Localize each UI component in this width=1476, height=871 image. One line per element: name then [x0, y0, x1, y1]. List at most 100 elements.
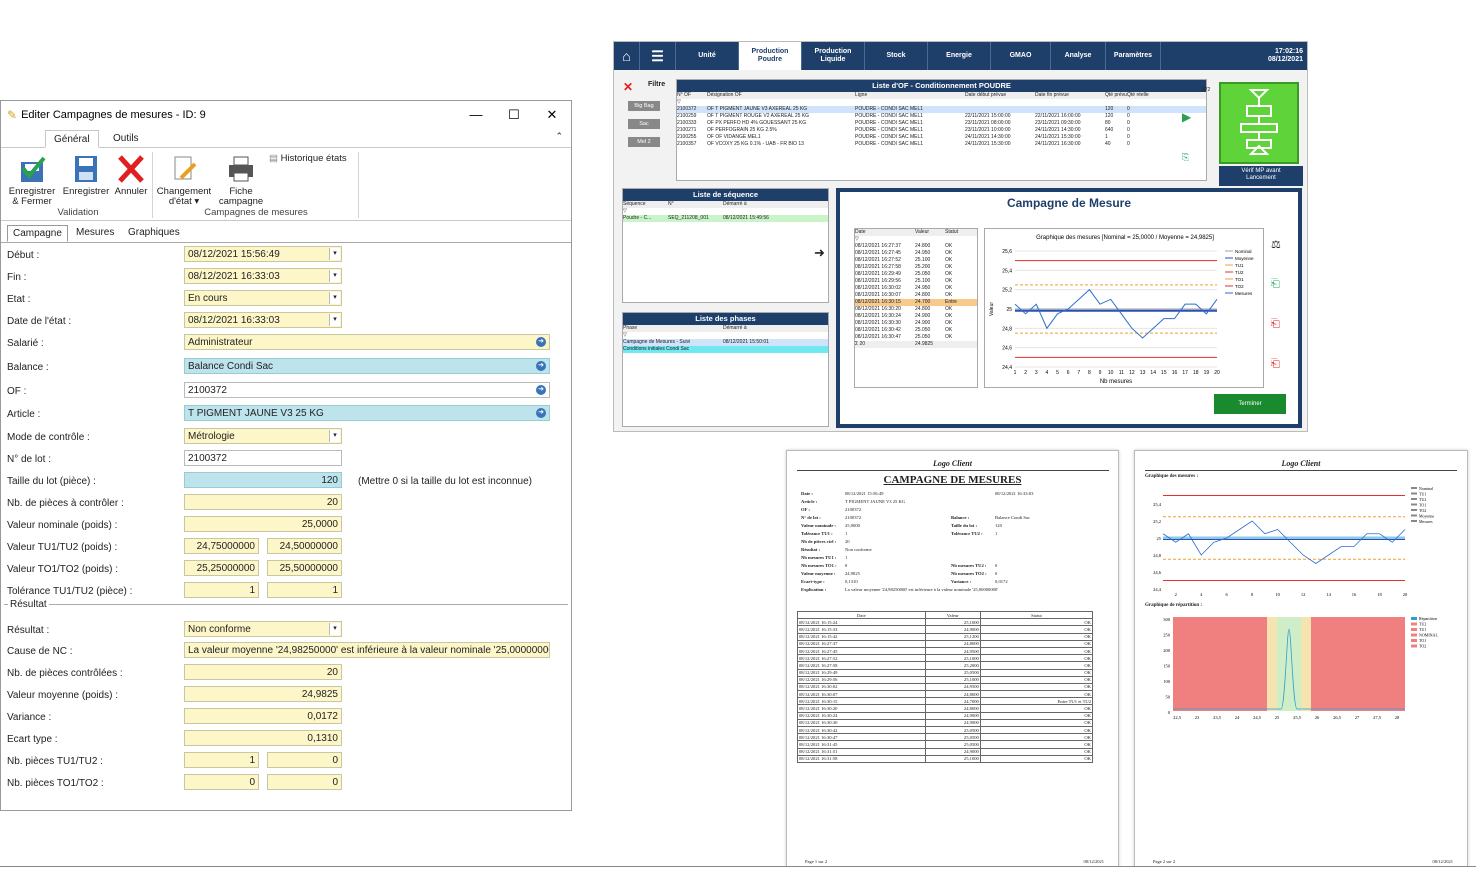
tab-general[interactable]: Général	[45, 130, 99, 148]
of-row[interactable]: 2100271 OF PERFOGRAIN 25 KG 2.5% POUDRE - …	[677, 127, 1206, 134]
seq-row[interactable]: Poudre - C... SEQ_211208_001 08/12/2021 15…	[623, 215, 828, 222]
of-row[interactable]: 2100372 OF T PIGMENT JAUNE V3 AXEREAL 25 …	[677, 106, 1206, 113]
of-filter-row[interactable]: ▽	[677, 99, 1206, 106]
pto2-field[interactable]: 0	[267, 774, 342, 790]
nav-stock[interactable]: Stock	[865, 42, 928, 70]
variance-field[interactable]: 0,0172	[184, 708, 342, 724]
balance-field[interactable]: Balance Condi Sac ➜	[184, 358, 550, 374]
moyenne-field[interactable]: 24,9825	[184, 686, 342, 702]
meas-row[interactable]: 08/12/2021 16:29:49 25.050 OK	[855, 271, 977, 278]
nav-unite[interactable]: Unité	[676, 42, 739, 70]
meas-row[interactable]: 08/12/2021 16:27:52 25.100 OK	[855, 257, 977, 264]
stop-doc-icon[interactable]: ⎗	[1271, 318, 1280, 331]
verif-mp-button[interactable]	[1219, 82, 1299, 164]
open-link-icon[interactable]: ➜	[536, 337, 546, 347]
etat-select[interactable]: En cours ▾	[184, 290, 342, 306]
phase-header-row[interactable]: Phase Démarré à	[623, 325, 828, 332]
article-field[interactable]: T PIGMENT JAUNE V3 25 KG ➜	[184, 405, 550, 421]
scale-icon[interactable]: ⚖	[1271, 238, 1281, 251]
seq-header-row[interactable]: Séquence N° Démarré à	[623, 201, 828, 208]
meas-row[interactable]: 08/12/2021 16:30:15 24.700 Entre	[855, 299, 977, 306]
filter-bigbag-button[interactable]: Big Bag	[628, 101, 660, 111]
tab-campagne[interactable]: Campagne	[7, 225, 68, 242]
next-circle-icon[interactable]: ➜	[814, 245, 825, 261]
ecart-field[interactable]: 0,1310	[184, 730, 342, 746]
nav-production-liquide[interactable]: Production Liquide	[802, 42, 865, 70]
tu1-field[interactable]: 24,75000000	[184, 538, 259, 554]
meas-row[interactable]: 08/12/2021 16:27:37 24.800 OK	[855, 243, 977, 250]
nav-production-poudre[interactable]: Production Poudre	[739, 42, 802, 70]
tab-mesures[interactable]: Mesures	[71, 225, 119, 242]
tab-graphiques[interactable]: Graphiques	[123, 225, 185, 242]
taille-field[interactable]: 120	[184, 472, 342, 488]
meas-row[interactable]: 08/12/2021 16:27:45 24.950 OK	[855, 250, 977, 257]
nav-parametres[interactable]: Paramètres	[1106, 42, 1161, 70]
nav-gmao[interactable]: GMAO	[991, 42, 1051, 70]
meas-footer-row[interactable]: Σ 20 24.9825	[855, 341, 977, 348]
seq-filter-row[interactable]: ▽	[623, 208, 828, 215]
to2-field[interactable]: 25,50000000	[267, 560, 342, 576]
menu-icon[interactable]: ☰	[640, 42, 676, 70]
resultat-select[interactable]: Non conforme ▾	[184, 621, 342, 637]
dropdown-icon[interactable]: ▾	[329, 314, 340, 326]
collapse-ribbon-icon[interactable]: ⌃	[555, 131, 563, 142]
maximize-icon[interactable]: ☐	[495, 107, 533, 123]
add-doc-icon[interactable]: ⎘	[1182, 152, 1189, 163]
nb-ctrlees-field[interactable]: 20	[184, 664, 342, 680]
meas-row[interactable]: 08/12/2021 16:30:20 24.800 OK	[855, 306, 977, 313]
meas-row[interactable]: 08/12/2021 16:27:58 25.200 OK	[855, 264, 977, 271]
close-icon[interactable]: ✕	[533, 107, 571, 123]
meas-filter-row[interactable]: ▽	[855, 236, 977, 243]
meas-row[interactable]: 08/12/2021 16:30:30 24.900 OK	[855, 320, 977, 327]
dropdown-icon[interactable]: ▾	[329, 248, 340, 260]
launch-play-icon[interactable]: ▶	[1182, 110, 1191, 124]
campaign-sheet-button[interactable]: Fiche campagne	[217, 154, 265, 207]
home-icon[interactable]: ⌂	[614, 42, 640, 70]
nb-ctrl-field[interactable]: 20	[184, 494, 342, 510]
meas-header-row[interactable]: Date Valeur Statut	[855, 229, 977, 236]
open-link-icon[interactable]: ➜	[536, 408, 546, 418]
history-button[interactable]: ▤ Historique états	[269, 154, 355, 164]
meas-row[interactable]: 08/12/2021 16:30:07 24.800 OK	[855, 292, 977, 299]
tol1-field[interactable]: 1	[184, 582, 259, 598]
nav-energie[interactable]: Energie	[928, 42, 991, 70]
meas-row[interactable]: 08/12/2021 16:29:56 25.100 OK	[855, 278, 977, 285]
meas-row[interactable]: 08/12/2021 16:30:24 24.900 OK	[855, 313, 977, 320]
of-row[interactable]: 2100357 OF VCOXY 25 KG 0.1% - UAB - FR BI…	[677, 141, 1206, 148]
mode-select[interactable]: Métrologie ▾	[184, 428, 342, 444]
open-link-icon[interactable]: ➜	[536, 385, 546, 395]
tab-outils[interactable]: Outils	[105, 130, 147, 148]
salarie-field[interactable]: Administrateur ➜	[184, 334, 550, 350]
fin-field[interactable]: 08/12/2021 16:33:03 ▾	[184, 268, 342, 284]
dropdown-icon[interactable]: ▾	[329, 292, 340, 304]
meas-row[interactable]: 08/12/2021 16:30:42 25.050 OK	[855, 327, 977, 334]
to1-field[interactable]: 25,25000000	[184, 560, 259, 576]
phase-row[interactable]: Conditions initiales Condi Sac	[623, 346, 828, 353]
close-filter-icon[interactable]: ✕	[623, 80, 633, 94]
phase-row[interactable]: Campagne de Mesures - Suivi 08/12/2021 15…	[623, 339, 828, 346]
open-link-icon[interactable]: ➜	[536, 361, 546, 371]
tu2-field[interactable]: 24,50000000	[267, 538, 342, 554]
delete-doc-icon[interactable]: ⎗	[1271, 358, 1280, 371]
nominale-field[interactable]: 25,0000	[184, 516, 342, 532]
filter-mel2-button[interactable]: Mel 2	[628, 137, 660, 147]
lot-field[interactable]: 2100372	[184, 450, 342, 466]
filter-sac-button[interactable]: Sac	[628, 119, 660, 129]
meas-row[interactable]: 08/12/2021 16:30:02 24.950 OK	[855, 285, 977, 292]
date-etat-field[interactable]: 08/12/2021 16:33:03 ▾	[184, 312, 342, 328]
change-state-button[interactable]: Changement d'état ▾	[155, 154, 213, 207]
terminer-button[interactable]: Terminer	[1214, 394, 1286, 414]
of-row[interactable]: 2100333 OF PX PERFO HD 4% GOUESSANT 25 KG…	[677, 120, 1206, 127]
phase-filter-row[interactable]: ▽	[623, 332, 828, 339]
dropdown-icon[interactable]: ▾	[329, 623, 340, 635]
of-row[interactable]: 2100259 OF T PIGMENT ROUGE V2 AXEREAL 25 …	[677, 113, 1206, 120]
debut-field[interactable]: 08/12/2021 15:56:49 ▾	[184, 246, 342, 262]
of-row[interactable]: 2100255 OF OF VIDANGE MEL1 POUDRE - CONDI …	[677, 134, 1206, 141]
ptu2-field[interactable]: 0	[267, 752, 342, 768]
ptu1-field[interactable]: 1	[184, 752, 259, 768]
minimize-icon[interactable]: —	[457, 107, 495, 122]
meas-row[interactable]: 08/12/2021 16:30:47 25.050 OK	[855, 334, 977, 341]
cancel-button[interactable]: Annuler	[113, 154, 149, 197]
pto1-field[interactable]: 0	[184, 774, 259, 790]
export-icon[interactable]: ⎗	[1271, 278, 1280, 291]
